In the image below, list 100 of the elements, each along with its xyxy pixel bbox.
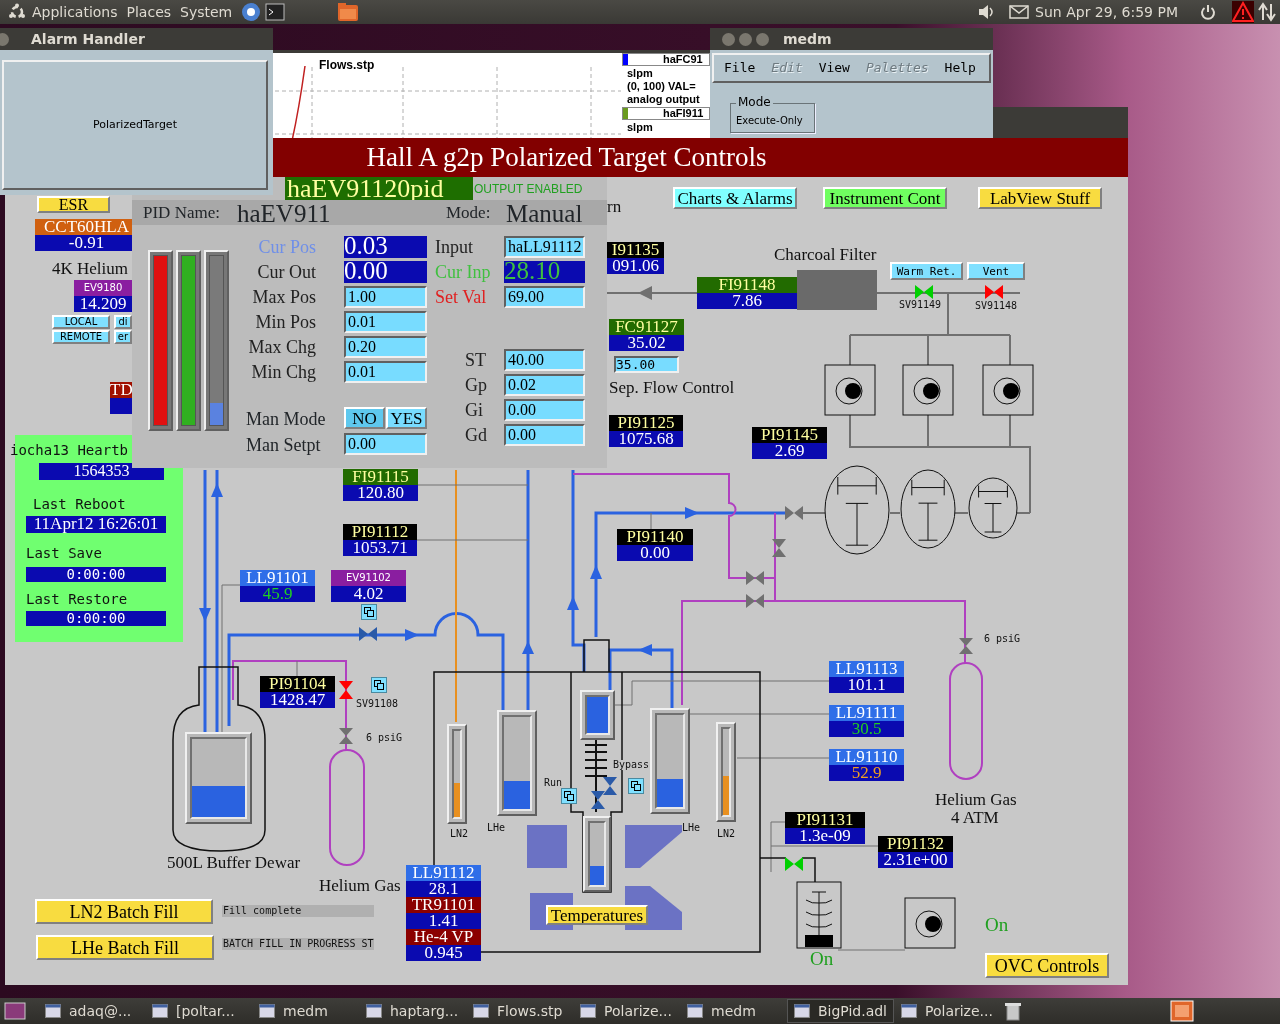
action-button[interactable]: ESR	[37, 196, 110, 213]
entry-field[interactable]: 0.20	[344, 336, 427, 358]
action-button[interactable]: Warm Ret.	[890, 262, 963, 280]
window-icon	[580, 1004, 596, 1018]
taskbar-item[interactable]: Polarize...	[894, 999, 1001, 1023]
legend-text: (0, 100) VAL=	[627, 80, 696, 92]
tag-label: LL91110	[829, 749, 904, 765]
mode-value: Execute-Only	[736, 116, 803, 126]
entry-field[interactable]: 0.00	[504, 424, 585, 446]
panel-menu[interactable]: Applications	[32, 1, 118, 23]
trash-icon[interactable]	[1005, 1001, 1021, 1021]
action-button[interactable]: LOCAL	[52, 315, 110, 329]
related-display-button[interactable]	[361, 604, 377, 620]
valve-icon[interactable]	[591, 791, 605, 809]
pipe-line	[759, 857, 816, 883]
readout-value: 0.945	[406, 945, 481, 961]
window-icon	[45, 1004, 61, 1018]
field-label: Min Chg	[250, 363, 316, 381]
entry-field[interactable]: 0.00	[504, 399, 585, 421]
action-button[interactable]: LHe Batch Fill	[36, 935, 214, 960]
diagram-label: 6 psiG	[984, 634, 1021, 644]
action-button[interactable]: REMOTE	[52, 330, 110, 344]
tag-label: TD	[110, 382, 132, 398]
transfer-arrows-icon[interactable]	[1258, 2, 1276, 22]
taskbar-item[interactable]: [poltar...	[145, 999, 252, 1023]
entry-field[interactable]: 0.01	[344, 361, 427, 383]
entry-field[interactable]: 0.01	[344, 311, 427, 333]
power-icon[interactable]	[1200, 4, 1216, 20]
readout-value: 1053.71	[343, 540, 417, 556]
taskbar-item[interactable]: Flows.stp	[466, 999, 573, 1023]
action-button[interactable]: di	[114, 315, 132, 329]
action-button[interactable]: LabView Stuff	[978, 187, 1102, 209]
entry-field[interactable]: 1.00	[344, 286, 427, 308]
action-button[interactable]: er	[114, 330, 132, 344]
field-label: Man Mode	[246, 410, 326, 428]
taskbar-item[interactable]: BigPid.adl	[787, 999, 894, 1023]
tag-label: PI91132	[878, 836, 953, 852]
window-control[interactable]	[0, 32, 9, 46]
leader-line	[837, 949, 906, 951]
field-label: Gi	[465, 401, 483, 419]
desktop-icon[interactable]	[4, 1002, 26, 1020]
related-display-button[interactable]	[628, 778, 644, 794]
alert-icon[interactable]	[1232, 1, 1254, 23]
turbo-pump-drawing	[796, 881, 842, 949]
menu-item[interactable]: Help	[944, 58, 976, 78]
window-control[interactable]	[722, 32, 735, 46]
legend-entry: haFI911	[663, 108, 704, 119]
window-title: Alarm Handler	[31, 29, 145, 49]
action-button[interactable]: Instrument Cont	[823, 187, 947, 209]
taskbar-item[interactable]: medm	[252, 999, 359, 1023]
taskbar-item[interactable]: adaq@...	[38, 999, 145, 1023]
action-button[interactable]: Vent	[967, 262, 1025, 280]
entry-field[interactable]: 0.00	[344, 433, 427, 455]
pump-icon	[982, 364, 1034, 416]
window-control[interactable]	[756, 32, 769, 46]
logo-icon[interactable]	[8, 3, 26, 21]
mail-icon[interactable]	[1009, 5, 1030, 19]
readout-value: 0.03	[344, 236, 427, 258]
window-control[interactable]	[739, 32, 752, 46]
tag-label: PI91125	[609, 415, 683, 431]
field-label: Set Val	[435, 288, 487, 306]
group-button[interactable]: PolarizedTarget	[2, 60, 268, 190]
action-button[interactable]: LN2 Batch Fill	[35, 899, 213, 924]
tag-label: PI91112	[343, 524, 417, 540]
related-display-button[interactable]	[561, 788, 577, 804]
action-button[interactable]: Charts & Alarms	[673, 187, 797, 209]
compressor-icon	[968, 477, 1018, 539]
taskbar-item[interactable]: Polarize...	[573, 999, 680, 1023]
setpoint-field[interactable]: 35.00	[614, 356, 679, 373]
tag-label: He-4 VP	[406, 929, 481, 945]
terminal-icon[interactable]	[265, 3, 286, 21]
clock[interactable]: Sun Apr 29, 6:59 PM	[1035, 1, 1178, 23]
panel-menu[interactable]: System	[180, 1, 233, 23]
readout-value: 0.00	[617, 545, 693, 561]
pump-icon	[904, 897, 956, 949]
diagram-label: Sep. Flow Control	[609, 379, 735, 396]
browser-icon[interactable]	[241, 2, 262, 22]
entry-field[interactable]: 0.02	[504, 374, 585, 396]
field-label: Max Chg	[247, 338, 316, 356]
entry-field[interactable]: 40.00	[504, 349, 585, 371]
compressor-icon	[824, 465, 890, 555]
entry-field[interactable]: 69.00	[504, 286, 585, 308]
taskbar-item[interactable]: medm	[680, 999, 787, 1023]
tag-label: EV9180	[74, 280, 132, 296]
readout-value: 2.69	[752, 443, 827, 459]
readout-value: 1.3e-09	[785, 828, 865, 844]
readout-value: 28.1	[406, 881, 481, 897]
folder-icon[interactable]	[337, 2, 360, 22]
status-field: Fill complete	[222, 905, 374, 917]
choice-button[interactable]: YES	[386, 407, 427, 429]
menu-item[interactable]: View	[818, 58, 850, 78]
panel-menu[interactable]: Places	[126, 1, 172, 23]
field-label: Mode:	[446, 204, 491, 221]
menu-item[interactable]: File	[724, 58, 756, 78]
action-button[interactable]: OVC Controls	[985, 953, 1109, 978]
taskbar-item[interactable]: haptarg...	[359, 999, 466, 1023]
entry-field[interactable]: haLL91112	[504, 236, 585, 258]
choice-button[interactable]: NO	[344, 407, 385, 429]
related-display-button[interactable]	[371, 677, 387, 693]
tag-label: TR91101	[406, 897, 481, 913]
